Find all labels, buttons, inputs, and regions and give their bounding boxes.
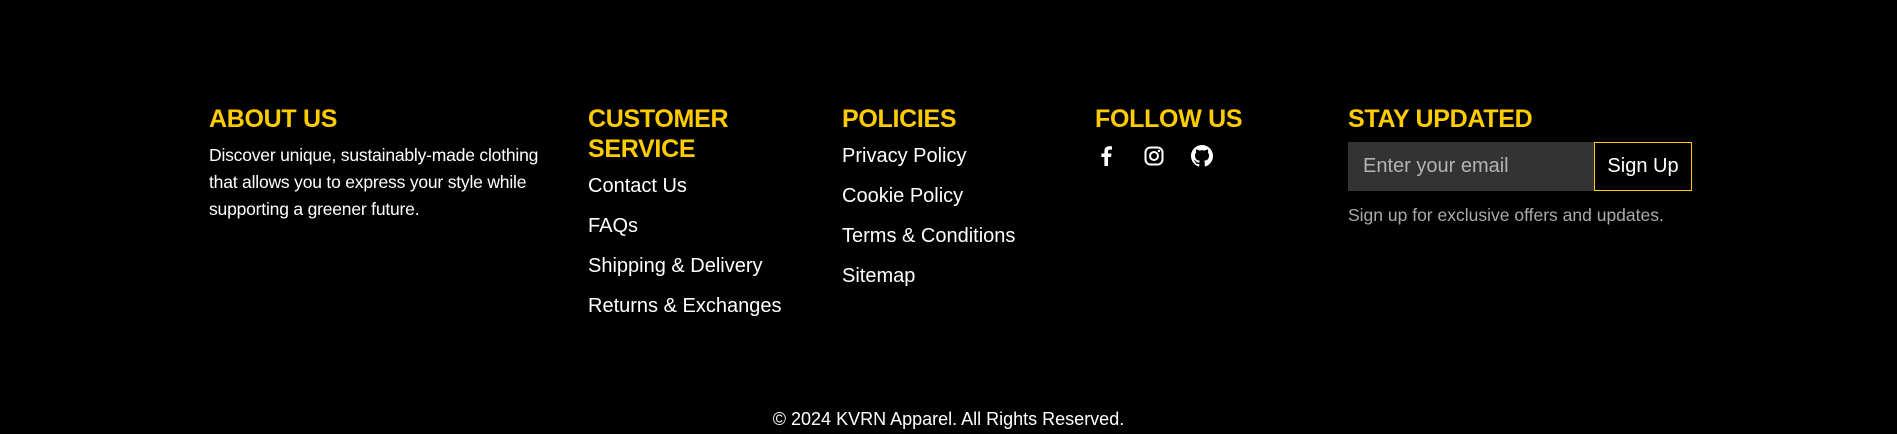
shipping-delivery-link[interactable]: Shipping & Delivery — [588, 252, 818, 292]
newsletter-note: Sign up for exclusive offers and updates… — [1348, 205, 1664, 225]
contact-us-link[interactable]: Contact Us — [588, 172, 818, 212]
customer-service-heading: CUSTOMER SERVICE — [588, 105, 729, 163]
stay-updated-section: STAY UPDATED Sign Up Sign up for exclusi… — [1348, 104, 1748, 226]
social-links — [1095, 142, 1325, 170]
about-text: Discover unique, sustainably-made clothi… — [209, 145, 539, 219]
policies-heading: POLICIES — [842, 105, 957, 133]
newsletter-form: Sign Up — [1348, 142, 1748, 191]
email-input[interactable] — [1348, 142, 1594, 191]
policies-links: Privacy Policy Cookie Policy Terms & Con… — [842, 142, 1072, 302]
sign-up-button[interactable]: Sign Up — [1594, 142, 1692, 191]
facebook-icon[interactable] — [1095, 145, 1117, 167]
customer-service-section: CUSTOMER SERVICE Contact Us FAQs Shippin… — [588, 104, 818, 332]
about-heading: ABOUT US — [209, 105, 338, 133]
privacy-policy-link[interactable]: Privacy Policy — [842, 142, 1072, 182]
customer-service-links: Contact Us FAQs Shipping & Delivery Retu… — [588, 172, 818, 332]
copyright-text: © 2024 KVRN Apparel. All Rights Reserved… — [772, 409, 1125, 429]
about-section: ABOUT US Discover unique, sustainably-ma… — [209, 104, 559, 223]
returns-exchanges-link[interactable]: Returns & Exchanges — [588, 292, 818, 332]
sitemap-link[interactable]: Sitemap — [842, 262, 1072, 302]
stay-updated-heading: STAY UPDATED — [1348, 105, 1533, 133]
github-icon[interactable] — [1191, 145, 1213, 167]
instagram-icon[interactable] — [1143, 145, 1165, 167]
follow-us-section: FOLLOW US — [1095, 104, 1325, 170]
cookie-policy-link[interactable]: Cookie Policy — [842, 182, 1072, 222]
site-footer: ABOUT US Discover unique, sustainably-ma… — [0, 0, 1897, 434]
follow-us-heading: FOLLOW US — [1095, 105, 1243, 133]
policies-section: POLICIES Privacy Policy Cookie Policy Te… — [842, 104, 1072, 302]
terms-conditions-link[interactable]: Terms & Conditions — [842, 222, 1072, 262]
faqs-link[interactable]: FAQs — [588, 212, 818, 252]
